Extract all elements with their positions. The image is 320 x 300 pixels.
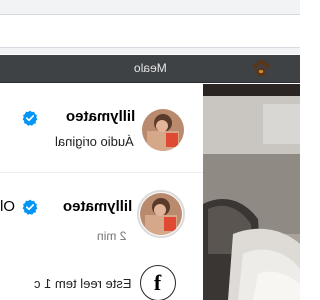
reel-video-frame — [203, 84, 300, 300]
paw-icon — [252, 59, 270, 77]
comment-author-name[interactable]: lillymateo — [40, 198, 132, 215]
comment-time: 2 min — [96, 229, 126, 243]
address-bar[interactable] — [0, 14, 300, 48]
comment-text: Ol — [0, 198, 15, 215]
reel-info-text: Este reel tem 1 c — [34, 276, 132, 291]
browser-top-bar — [0, 0, 300, 54]
audio-label[interactable]: Áudio original — [26, 134, 134, 149]
facebook-icon: f — [140, 265, 176, 300]
comment-author-avatar[interactable] — [140, 193, 182, 235]
header-divider — [0, 172, 203, 173]
reel-video[interactable] — [203, 84, 300, 300]
comment-verified-badge-icon — [22, 199, 38, 215]
verified-badge-icon — [22, 110, 38, 126]
post-author-name[interactable]: lillymateo — [40, 108, 135, 125]
author-avatar[interactable] — [142, 109, 184, 151]
